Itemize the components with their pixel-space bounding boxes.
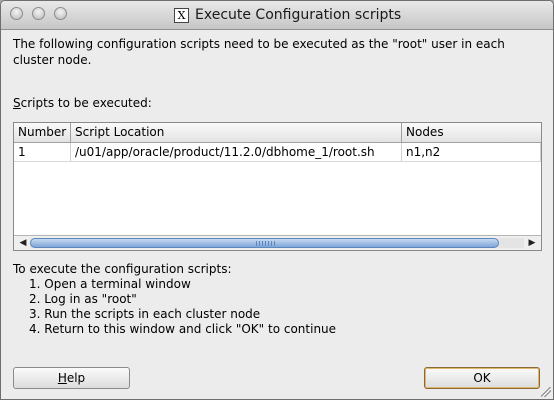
ok-button[interactable]: OK [424,367,540,389]
zoom-window-button[interactable] [54,7,67,20]
title-bar[interactable]: X Execute Configuration scripts [1,1,553,30]
column-header-nodes[interactable]: Nodes [402,123,541,142]
cell-nodes: n1,n2 [402,143,541,161]
cell-script-location: /u01/app/oracle/product/11.2.0/dbhome_1/… [71,143,402,161]
scripts-label-rest: cripts to be executed: [20,96,152,110]
scroll-track[interactable] [30,238,524,248]
column-header-number[interactable]: Number [14,123,71,142]
help-label-rest: elp [66,371,86,385]
scripts-label-mnemonic: S [13,96,21,110]
resize-grip-icon[interactable] [541,387,551,397]
window-title: Execute Configuration scripts [195,7,402,23]
scripts-label: Scripts to be executed: [13,96,152,110]
table-row[interactable]: 1 /u01/app/oracle/product/11.2.0/dbhome_… [14,143,541,162]
x-window-icon: X [174,7,189,23]
grip-icon [256,241,276,246]
column-header-script-location[interactable]: Script Location [71,123,402,142]
instruction-step: 3. Run the scripts in each cluster node [29,307,261,321]
scroll-right-icon[interactable]: ▶ [525,236,539,250]
instruction-step: 2. Log in as "root" [29,292,137,306]
scroll-thumb[interactable] [30,238,499,248]
help-mnemonic: H [57,371,67,385]
cell-number: 1 [14,143,71,161]
scripts-table[interactable]: Number Script Location Nodes 1 /u01/app/… [13,122,542,251]
instruction-steps: 1. Open a terminal window 2. Log in as "… [29,277,336,337]
close-window-button[interactable] [10,7,23,20]
table-header: Number Script Location Nodes [14,123,541,143]
horizontal-scrollbar[interactable]: ◀ ▶ [14,235,541,250]
scroll-left-icon[interactable]: ◀ [16,236,30,250]
instructions-intro: To execute the configuration scripts: [13,262,232,276]
help-button[interactable]: Help [13,367,130,389]
instruction-step: 1. Open a terminal window [29,277,191,291]
description-text: The following configuration scripts need… [13,37,505,67]
title-group: X Execute Configuration scripts [174,6,401,24]
minimize-window-button[interactable] [32,7,45,20]
dialog-window: X Execute Configuration scripts The foll… [0,0,554,400]
instruction-step: 4. Return to this window and click "OK" … [29,322,337,336]
